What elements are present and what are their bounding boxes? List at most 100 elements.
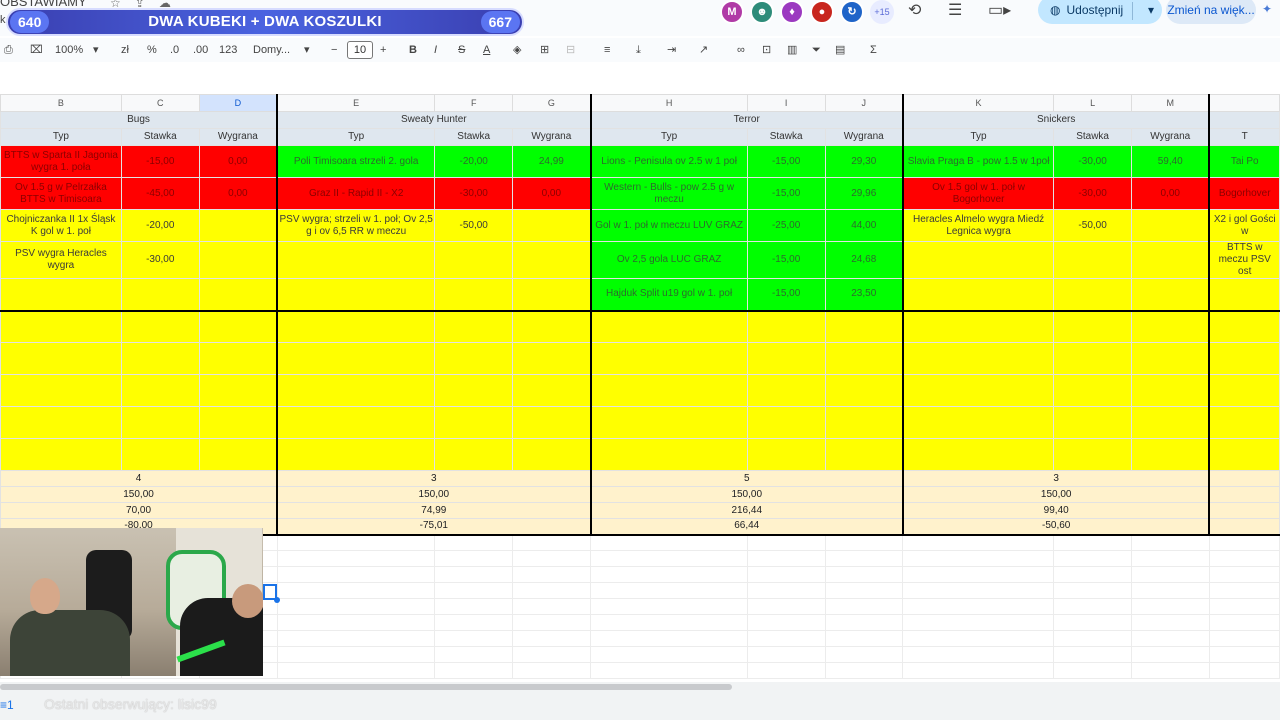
change-size-button[interactable]: Zmień na więk... <box>1166 0 1256 24</box>
zoom-select[interactable]: 100% <box>55 38 83 62</box>
empty-cell[interactable] <box>824 374 904 407</box>
blank-cell[interactable] <box>512 630 592 647</box>
font-size-input[interactable]: 10 <box>347 41 373 59</box>
empty-cell[interactable] <box>1131 406 1210 439</box>
bet-cell[interactable]: -15,00 <box>746 145 826 178</box>
collaborator-avatar[interactable]: ● <box>810 0 834 24</box>
bet-cell[interactable]: 0,00 <box>198 145 278 178</box>
chart-icon[interactable]: ▥ <box>787 38 797 62</box>
bet-cell[interactable]: 44,00 <box>824 209 904 242</box>
blank-cell[interactable] <box>1131 550 1210 567</box>
blank-cell[interactable] <box>1131 582 1210 599</box>
empty-cell[interactable] <box>1208 310 1280 343</box>
empty-cell[interactable] <box>589 310 748 343</box>
empty-cell[interactable] <box>434 438 514 471</box>
empty-cell[interactable] <box>198 438 278 471</box>
blank-cell[interactable] <box>902 662 1055 679</box>
bet-cell[interactable]: -20,00 <box>120 209 200 242</box>
empty-cell[interactable] <box>1208 438 1280 471</box>
summary-cell[interactable]: -50,60 <box>901 518 1210 536</box>
bet-cell[interactable]: -30,00 <box>1053 145 1133 178</box>
blank-cell[interactable] <box>512 646 592 663</box>
blank-cell[interactable] <box>746 582 826 599</box>
blank-cell[interactable] <box>824 598 904 615</box>
empty-cell[interactable] <box>589 374 748 407</box>
header-wygrana[interactable]: Wygrana <box>512 128 592 146</box>
empty-cell[interactable] <box>276 374 436 407</box>
collaborator-avatar[interactable]: ↻ <box>840 0 864 24</box>
bet-cell[interactable] <box>434 278 514 312</box>
decrease-decimals-button[interactable]: .0 <box>170 38 179 62</box>
summary-cell[interactable]: 4 <box>0 470 278 487</box>
empty-cell[interactable] <box>1053 342 1133 375</box>
empty-cell[interactable] <box>824 438 904 471</box>
empty-cell[interactable] <box>901 438 1055 471</box>
blank-cell[interactable] <box>590 630 748 647</box>
currency-format-button[interactable]: zł <box>121 38 129 62</box>
header-stawka[interactable]: Stawka <box>746 128 826 146</box>
blank-cell[interactable] <box>434 566 514 583</box>
empty-cell[interactable] <box>589 406 748 439</box>
empty-cell[interactable] <box>1208 374 1280 407</box>
bet-cell[interactable]: -15,00 <box>746 278 826 312</box>
blank-cell[interactable] <box>434 614 514 631</box>
blank-cell[interactable] <box>590 566 748 583</box>
summary-cell[interactable]: 99,40 <box>901 502 1210 519</box>
collaborator-avatar[interactable]: M <box>720 0 744 24</box>
block-header[interactable] <box>1208 111 1280 129</box>
blank-cell[interactable] <box>276 598 436 615</box>
more-collaborators-badge[interactable]: +15 <box>870 0 894 24</box>
empty-cell[interactable] <box>198 310 278 343</box>
summary-cell[interactable]: 150,00 <box>0 486 278 503</box>
blank-cell[interactable] <box>276 646 436 663</box>
header-wygrana[interactable]: Wygrana <box>198 128 278 146</box>
header-typ[interactable]: Typ <box>901 128 1055 146</box>
blank-cell[interactable] <box>276 662 436 679</box>
bet-cell[interactable]: Gol w 1. poł w meczu LUV GRAZ <box>589 209 748 242</box>
history-icon[interactable]: ⟲ <box>908 0 921 20</box>
bet-cell[interactable]: -30,00 <box>1053 177 1133 210</box>
empty-cell[interactable] <box>276 438 436 471</box>
summary-cell[interactable] <box>1208 470 1280 487</box>
paint-format-icon[interactable]: ⌧ <box>30 38 43 62</box>
column-header[interactable]: I <box>746 94 826 112</box>
summary-cell[interactable]: 150,00 <box>276 486 592 503</box>
valign-bottom-icon[interactable]: ⤓ <box>636 38 641 62</box>
empty-cell[interactable] <box>512 310 592 343</box>
bet-cell[interactable]: Ov 1.5 gol w 1. poł w Bogorhover <box>901 177 1055 210</box>
bet-cell[interactable]: Lions - Penisula ov 2.5 w 1 poł <box>589 145 748 178</box>
collaborator-avatar[interactable]: ♦ <box>780 0 804 24</box>
column-header[interactable]: J <box>824 94 904 112</box>
blank-cell[interactable] <box>1053 582 1133 599</box>
empty-cell[interactable] <box>824 342 904 375</box>
blank-cell[interactable] <box>276 534 436 551</box>
bet-cell[interactable] <box>276 278 436 312</box>
blank-cell[interactable] <box>1131 598 1210 615</box>
bet-cell[interactable] <box>1053 241 1133 279</box>
text-rotation-icon[interactable]: ↗ <box>699 38 708 62</box>
bet-cell[interactable]: BTTS w meczu PSV ost <box>1208 241 1280 279</box>
blank-cell[interactable] <box>1208 662 1280 679</box>
bet-cell[interactable] <box>512 278 592 312</box>
header-stawka[interactable]: Stawka <box>434 128 514 146</box>
empty-cell[interactable] <box>198 374 278 407</box>
bet-cell[interactable]: -15,00 <box>120 145 200 178</box>
empty-cell[interactable] <box>746 438 826 471</box>
percent-format-button[interactable]: % <box>147 38 157 62</box>
font-chevron-icon[interactable]: ▾ <box>304 38 310 62</box>
column-header[interactable]: D <box>198 94 278 112</box>
bet-cell[interactable]: 24,99 <box>512 145 592 178</box>
blank-cell[interactable] <box>276 630 436 647</box>
blank-cell[interactable] <box>1208 566 1280 583</box>
bet-cell[interactable] <box>901 241 1055 279</box>
empty-cell[interactable] <box>512 438 592 471</box>
empty-cell[interactable] <box>901 342 1055 375</box>
summary-cell[interactable] <box>1208 502 1280 519</box>
summary-cell[interactable]: 3 <box>276 470 592 487</box>
blank-cell[interactable] <box>1208 646 1280 663</box>
blank-cell[interactable] <box>824 534 904 551</box>
gemini-icon[interactable]: ✦ <box>1262 2 1272 16</box>
blank-cell[interactable] <box>434 534 514 551</box>
summary-cell[interactable]: 216,44 <box>589 502 904 519</box>
meet-icon[interactable]: ▭▸ <box>988 0 1011 20</box>
